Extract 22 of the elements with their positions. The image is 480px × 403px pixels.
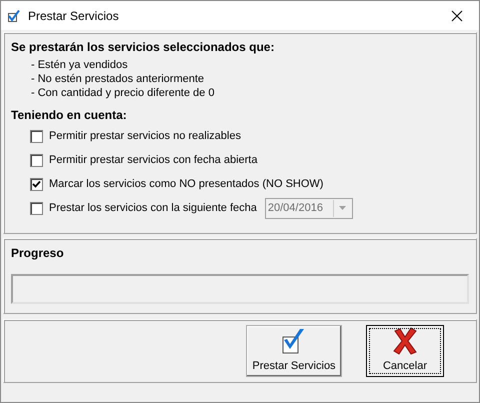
section-heading: Se prestarán los servicios seleccionados que: (11, 40, 276, 54)
checkmark-icon (8, 10, 20, 22)
section-heading: Teniendo en cuenta: (11, 108, 128, 122)
option-label: Permitir prestar servicios con fecha abierta (49, 154, 258, 166)
window-title: Prestar Servicios (28, 8, 119, 22)
condition-text: - Con cantidad y precio diferente de 0 (31, 86, 216, 100)
checkbox[interactable] (30, 202, 43, 214)
caret-icon (338, 206, 346, 210)
section-heading: Progreso (11, 246, 65, 260)
cancel-button[interactable]: Cancelar (366, 324, 444, 376)
checkmark-icon (281, 326, 307, 354)
condition-text: - Estén ya vendidos (31, 58, 129, 72)
checkbox[interactable] (30, 154, 43, 166)
option-label: Permitir prestar servicios no realizables (49, 130, 241, 142)
option-label: Prestar los servicios con la siguiente fecha (49, 202, 257, 214)
close-icon (392, 326, 418, 354)
accept-button[interactable]: Prestar Servicios (246, 324, 342, 376)
close-icon (451, 10, 463, 22)
option-label: Marcar los servicios como NO presentados (NO SHOW) (49, 178, 324, 190)
checkbox[interactable] (30, 130, 43, 142)
condition-text: - No estén prestados anteriormente (31, 72, 206, 86)
checkbox[interactable] (30, 178, 43, 190)
